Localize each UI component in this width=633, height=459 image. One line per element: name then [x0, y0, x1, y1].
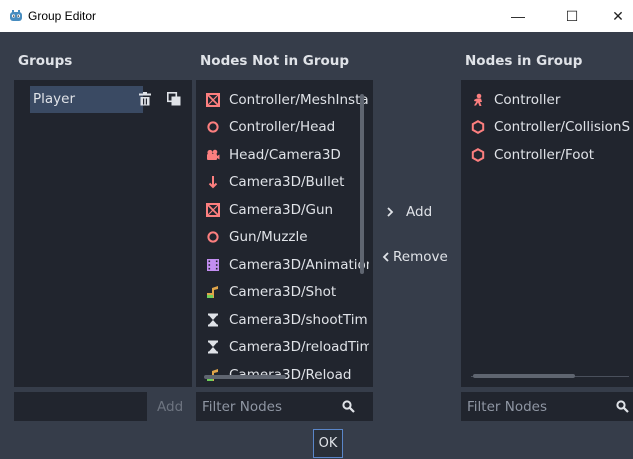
node-path-label: Controller/Foot [494, 146, 595, 163]
character-body-icon [471, 93, 485, 107]
node-list-item[interactable]: Controller/MeshInsta [206, 86, 369, 113]
node-path-label: Camera3D/shootTim [229, 311, 368, 328]
node-list-item[interactable]: Controller [471, 86, 560, 113]
search-icon [342, 400, 355, 413]
filter-nodes-in-group-input[interactable]: Filter Nodes [461, 392, 633, 421]
audio-player-icon [206, 285, 220, 299]
chevron-right-icon [387, 207, 394, 217]
node-path-label: Camera3D/Gun [229, 201, 334, 218]
node-list-item[interactable]: Camera3D/Gun [206, 196, 333, 223]
nodes-in-group-rows: Controller Controller/CollisionS Controlle… [471, 86, 633, 383]
node-list-item[interactable]: Camera3D/shootTim [206, 306, 368, 333]
node-list-item[interactable]: Head/Camera3D [206, 141, 341, 168]
trash-icon[interactable] [138, 92, 152, 106]
group-item-player[interactable]: Player [30, 86, 143, 113]
horizontal-scrollbar[interactable] [473, 374, 575, 378]
node-path-label: Controller [494, 91, 561, 108]
node-path-label: Controller/CollisionS [494, 119, 631, 135]
node3d-icon [206, 120, 220, 134]
group-name-label: Player [33, 91, 76, 107]
nodes-not-in-group-header: Nodes Not in Group [200, 53, 350, 69]
node-list-item[interactable]: Controller/CollisionS [471, 114, 630, 141]
filter-placeholder: Filter Nodes [467, 398, 547, 415]
node3d-icon [206, 230, 220, 244]
window-title: Group Editor [28, 9, 97, 23]
marker-icon [206, 175, 220, 189]
node-path-label: Camera3D/Bullet [229, 174, 345, 190]
chevron-left-icon [382, 252, 389, 262]
node-list-item[interactable]: Controller/Foot [471, 141, 594, 168]
vertical-scrollbar[interactable] [360, 94, 364, 274]
node-list-item[interactable]: Camera3D/Reload [206, 361, 351, 383]
groups-list: Player [14, 80, 192, 387]
timer-icon [206, 340, 220, 354]
search-icon [616, 400, 629, 413]
remove-from-group-button[interactable]: Remove [381, 245, 448, 269]
node-list-item[interactable]: Camera3D/Bullet [206, 169, 344, 196]
add-to-group-button[interactable]: Add [385, 200, 432, 224]
node-list-item[interactable]: Controller/Head [206, 114, 335, 141]
nodes-not-in-group-list: Controller/MeshInsta Controller/Head Head/… [196, 80, 373, 387]
filter-placeholder: Filter Nodes [202, 398, 282, 415]
timer-icon [206, 313, 220, 327]
collision-shape-icon [471, 120, 485, 134]
mesh-icon [206, 92, 220, 107]
close-button[interactable]: ✕ [595, 0, 633, 32]
remove-label: Remove [393, 249, 448, 265]
nodes-not-in-group-rows: Controller/MeshInsta Controller/Head Head/… [206, 86, 369, 383]
window-titlebar: Group Editor — ☐ ✕ [0, 0, 633, 32]
node-list-item[interactable]: Camera3D/Shot [206, 279, 336, 306]
add-label: Add [406, 204, 433, 220]
mesh-icon [206, 202, 220, 217]
node-path-label: Camera3D/Shot [229, 284, 337, 300]
add-group-button[interactable]: Add [157, 392, 183, 421]
horizontal-scrollbar[interactable] [204, 375, 286, 379]
node-path-label: Controller/Head [229, 119, 336, 135]
node-list-item[interactable]: Gun/Muzzle [206, 224, 308, 251]
node-path-label: Camera3D/Animation [229, 256, 369, 273]
node-path-label: Controller/MeshInsta [229, 91, 369, 108]
groups-header: Groups [18, 53, 73, 69]
filter-nodes-not-in-group-input[interactable]: Filter Nodes [196, 392, 373, 421]
node-path-label: Camera3D/reloadTim [229, 339, 369, 355]
godot-icon [10, 10, 22, 21]
nodes-in-group-list: Controller Controller/CollisionS Controlle… [461, 80, 633, 387]
ok-button[interactable]: OK [313, 429, 343, 458]
collision-shape-icon [471, 147, 485, 162]
minimize-button[interactable]: — [495, 0, 541, 32]
dialog-body: Groups Player Add Nodes Not in Group Con… [0, 32, 633, 459]
maximize-button[interactable]: ☐ [549, 0, 595, 32]
nodes-in-group-header: Nodes in Group [465, 53, 583, 69]
animation-player-icon [206, 258, 220, 272]
node-path-label: Head/Camera3D [229, 146, 341, 163]
duplicate-icon[interactable] [167, 92, 181, 106]
node-path-label: Gun/Muzzle [229, 229, 308, 245]
node-list-item[interactable]: Camera3D/reloadTim [206, 334, 369, 361]
camera-icon [206, 148, 220, 162]
new-group-input[interactable] [14, 392, 147, 421]
node-list-item[interactable]: Camera3D/Animation [206, 251, 369, 278]
